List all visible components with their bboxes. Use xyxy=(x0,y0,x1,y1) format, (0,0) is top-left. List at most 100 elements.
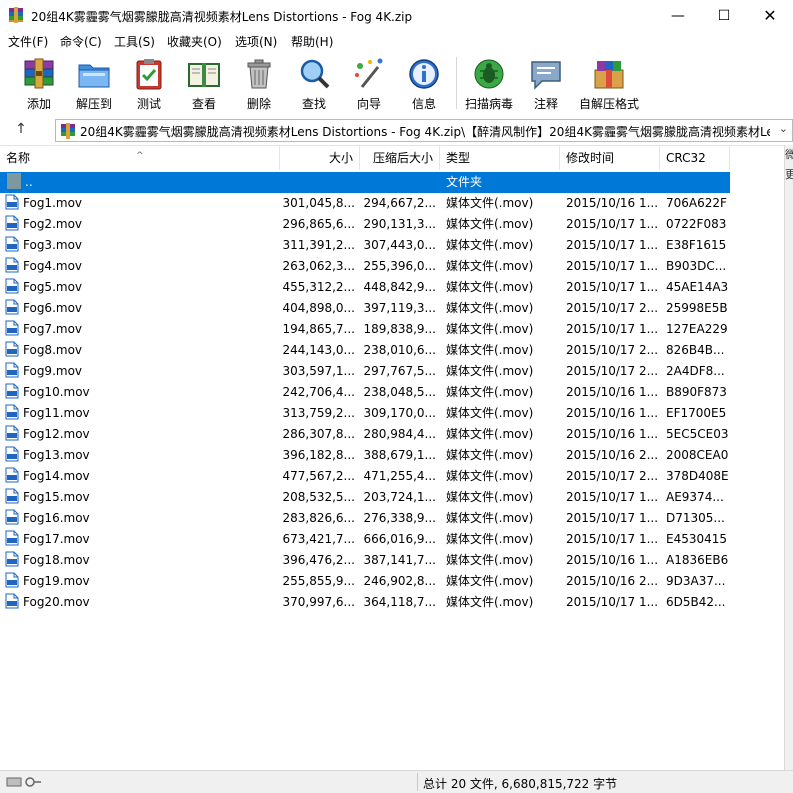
folder-extract-icon xyxy=(78,64,110,88)
column-crc[interactable]: CRC32 xyxy=(660,146,730,170)
file-name-cell: Fog2.mov xyxy=(4,214,276,235)
file-type: 媒体文件(.mov) xyxy=(446,385,534,399)
address-bar[interactable]: 20组4K雾霾雾气烟雾朦胧高清视频素材Lens Distortions - Fo… xyxy=(55,119,793,142)
test-button[interactable]: 测试 xyxy=(124,55,174,113)
file-packed-size: 397,119,3... xyxy=(363,301,436,315)
sfx-button[interactable]: 自解压格式 xyxy=(579,55,639,113)
column-modified[interactable]: 修改时间 xyxy=(560,146,660,170)
file-name: Fog14.mov xyxy=(23,469,90,483)
parent-folder-type: 文件夹 xyxy=(446,175,483,189)
address-dropdown-icon[interactable]: ⌄ xyxy=(779,122,788,135)
file-row[interactable]: Fog7.mov 194,865,7... 189,838,9... 媒体文件(.mo… xyxy=(0,319,730,340)
file-row[interactable]: Fog6.mov 404,898,0... 397,119,3... 媒体文件(.mo… xyxy=(0,298,730,319)
menu-command[interactable]: 命令(C) xyxy=(60,33,102,50)
file-row[interactable]: Fog15.mov 208,532,5... 203,724,1... 媒体文件(.m… xyxy=(0,487,730,508)
add-button[interactable]: 添加 xyxy=(14,55,64,113)
file-crc: A1836EB6 xyxy=(666,553,728,567)
mov-file-icon xyxy=(5,551,19,567)
file-row[interactable]: Fog10.mov 242,706,4... 238,048,5... 媒体文件(.m… xyxy=(0,382,730,403)
view-button[interactable]: 查看 xyxy=(179,55,229,113)
file-row[interactable]: Fog14.mov 477,567,2... 471,255,4... 媒体文件(.m… xyxy=(0,466,730,487)
up-folder-button[interactable]: ↑ xyxy=(10,121,32,139)
file-modified: 2015/10/17 2... xyxy=(566,301,658,315)
file-modified: 2015/10/17 2... xyxy=(566,343,658,357)
menu-options[interactable]: 选项(N) xyxy=(235,33,277,50)
mov-file-icon xyxy=(5,572,19,588)
find-button[interactable]: 查找 xyxy=(289,55,339,113)
file-row[interactable]: Fog17.mov 673,421,7... 666,016,9... 媒体文件(.m… xyxy=(0,529,730,550)
trash-can-icon xyxy=(247,59,271,89)
file-type: 媒体文件(.mov) xyxy=(446,238,534,252)
file-name-cell: Fog11.mov xyxy=(4,403,276,424)
file-name: Fog11.mov xyxy=(23,406,90,420)
comment-label: 注释 xyxy=(533,97,558,111)
file-row[interactable]: Fog8.mov 244,143,0... 238,010,6... 媒体文件(.mo… xyxy=(0,340,730,361)
winrar-app-icon[interactable] xyxy=(8,7,24,23)
column-size[interactable]: 大小 xyxy=(280,146,360,170)
mov-file-icon xyxy=(5,446,19,462)
extract-to-button[interactable]: 解压到 xyxy=(69,55,119,113)
file-row[interactable]: Fog4.mov 263,062,3... 255,396,0... 媒体文件(.mo… xyxy=(0,256,730,277)
delete-button[interactable]: 删除 xyxy=(234,55,284,113)
file-row[interactable]: Fog12.mov 286,307,8... 280,984,4... 媒体文件(.m… xyxy=(0,424,730,445)
file-row[interactable]: Fog11.mov 313,759,2... 309,170,0... 媒体文件(.m… xyxy=(0,403,730,424)
column-type[interactable]: 类型 xyxy=(440,146,560,170)
file-crc: B903DC... xyxy=(666,259,727,273)
file-size: 283,826,6... xyxy=(282,511,355,525)
file-row[interactable]: Fog16.mov 283,826,6... 276,338,9... 媒体文件(.m… xyxy=(0,508,730,529)
minimize-button[interactable]: — xyxy=(655,0,701,31)
file-row[interactable]: Fog5.mov 455,312,2... 448,842,9... 媒体文件(.mo… xyxy=(0,277,730,298)
file-crc: 706A622F xyxy=(666,196,727,210)
file-modified: 2015/10/17 1... xyxy=(566,532,658,546)
mov-file-icon xyxy=(5,215,19,231)
mov-file-icon xyxy=(5,299,19,315)
virus-scan-button[interactable]: 扫描病毒 xyxy=(464,55,514,113)
file-packed-size: 290,131,3... xyxy=(363,217,436,231)
wizard-button[interactable]: 向导 xyxy=(344,55,394,113)
file-row[interactable]: Fog2.mov 296,865,6... 290,131,3... 媒体文件(.mo… xyxy=(0,214,730,235)
file-name: Fog19.mov xyxy=(23,574,90,588)
file-row[interactable]: Fog18.mov 396,476,2... 387,141,7... 媒体文件(.m… xyxy=(0,550,730,571)
menu-favorites[interactable]: 收藏夹(O) xyxy=(167,33,222,50)
menu-help[interactable]: 帮助(H) xyxy=(291,33,333,50)
file-name: Fog4.mov xyxy=(23,259,83,273)
bug-icon xyxy=(474,59,504,89)
file-name-cell: Fog4.mov xyxy=(4,256,276,277)
mov-file-icon xyxy=(5,383,19,399)
close-button[interactable]: ✕ xyxy=(747,0,793,31)
file-row[interactable]: Fog20.mov 370,997,6... 364,118,7... 媒体文件(.m… xyxy=(0,592,730,613)
file-row[interactable]: Fog3.mov 311,391,2... 307,443,0... 媒体文件(.mo… xyxy=(0,235,730,256)
file-name-cell: Fog19.mov xyxy=(4,571,276,592)
file-crc: 5EC5CE03 xyxy=(666,427,728,441)
file-modified: 2015/10/17 1... xyxy=(566,259,658,273)
column-header: 名称 ^ 大小 压缩后大小 类型 修改时间 CRC32 xyxy=(0,146,784,170)
file-packed-size: 203,724,1... xyxy=(363,490,436,504)
file-row[interactable]: Fog9.mov 303,597,1... 297,767,5... 媒体文件(.mo… xyxy=(0,361,730,382)
file-name-cell: Fog17.mov xyxy=(4,529,276,550)
maximize-button[interactable]: ☐ xyxy=(701,0,747,31)
menu-file[interactable]: 文件(F) xyxy=(8,33,48,50)
file-name: Fog5.mov xyxy=(23,280,83,294)
file-packed-size: 238,010,6... xyxy=(363,343,436,357)
file-modified: 2015/10/16 1... xyxy=(566,427,658,441)
file-row[interactable]: Fog13.mov 396,182,8... 388,679,1... 媒体文件(.m… xyxy=(0,445,730,466)
file-packed-size: 448,842,9... xyxy=(363,280,436,294)
file-packed-size: 387,141,7... xyxy=(363,553,436,567)
file-crc: EF1700E5 xyxy=(666,406,727,420)
file-row[interactable]: Fog19.mov 255,855,9... 246,902,8... 媒体文件(.m… xyxy=(0,571,730,592)
file-size: 242,706,4... xyxy=(282,385,355,399)
file-packed-size: 666,016,9... xyxy=(363,532,436,546)
comment-button[interactable]: 注释 xyxy=(521,55,571,113)
file-modified: 2015/10/16 1... xyxy=(566,553,658,567)
file-type: 媒体文件(.mov) xyxy=(446,490,534,504)
file-size: 404,898,0... xyxy=(282,301,355,315)
file-row[interactable]: Fog1.mov 301,045,8... 294,667,2... 媒体文件(.mo… xyxy=(0,193,730,214)
column-packed[interactable]: 压缩后大小 xyxy=(360,146,440,170)
column-name[interactable]: 名称 ^ xyxy=(0,146,280,170)
menu-tools[interactable]: 工具(S) xyxy=(114,33,155,50)
mov-file-icon xyxy=(5,194,19,210)
parent-folder-row[interactable]: .. 文件夹 xyxy=(0,172,730,193)
info-button[interactable]: 信息 xyxy=(399,55,449,113)
file-crc: 6D5B42... xyxy=(666,595,726,609)
file-modified: 2015/10/17 1... xyxy=(566,238,658,252)
